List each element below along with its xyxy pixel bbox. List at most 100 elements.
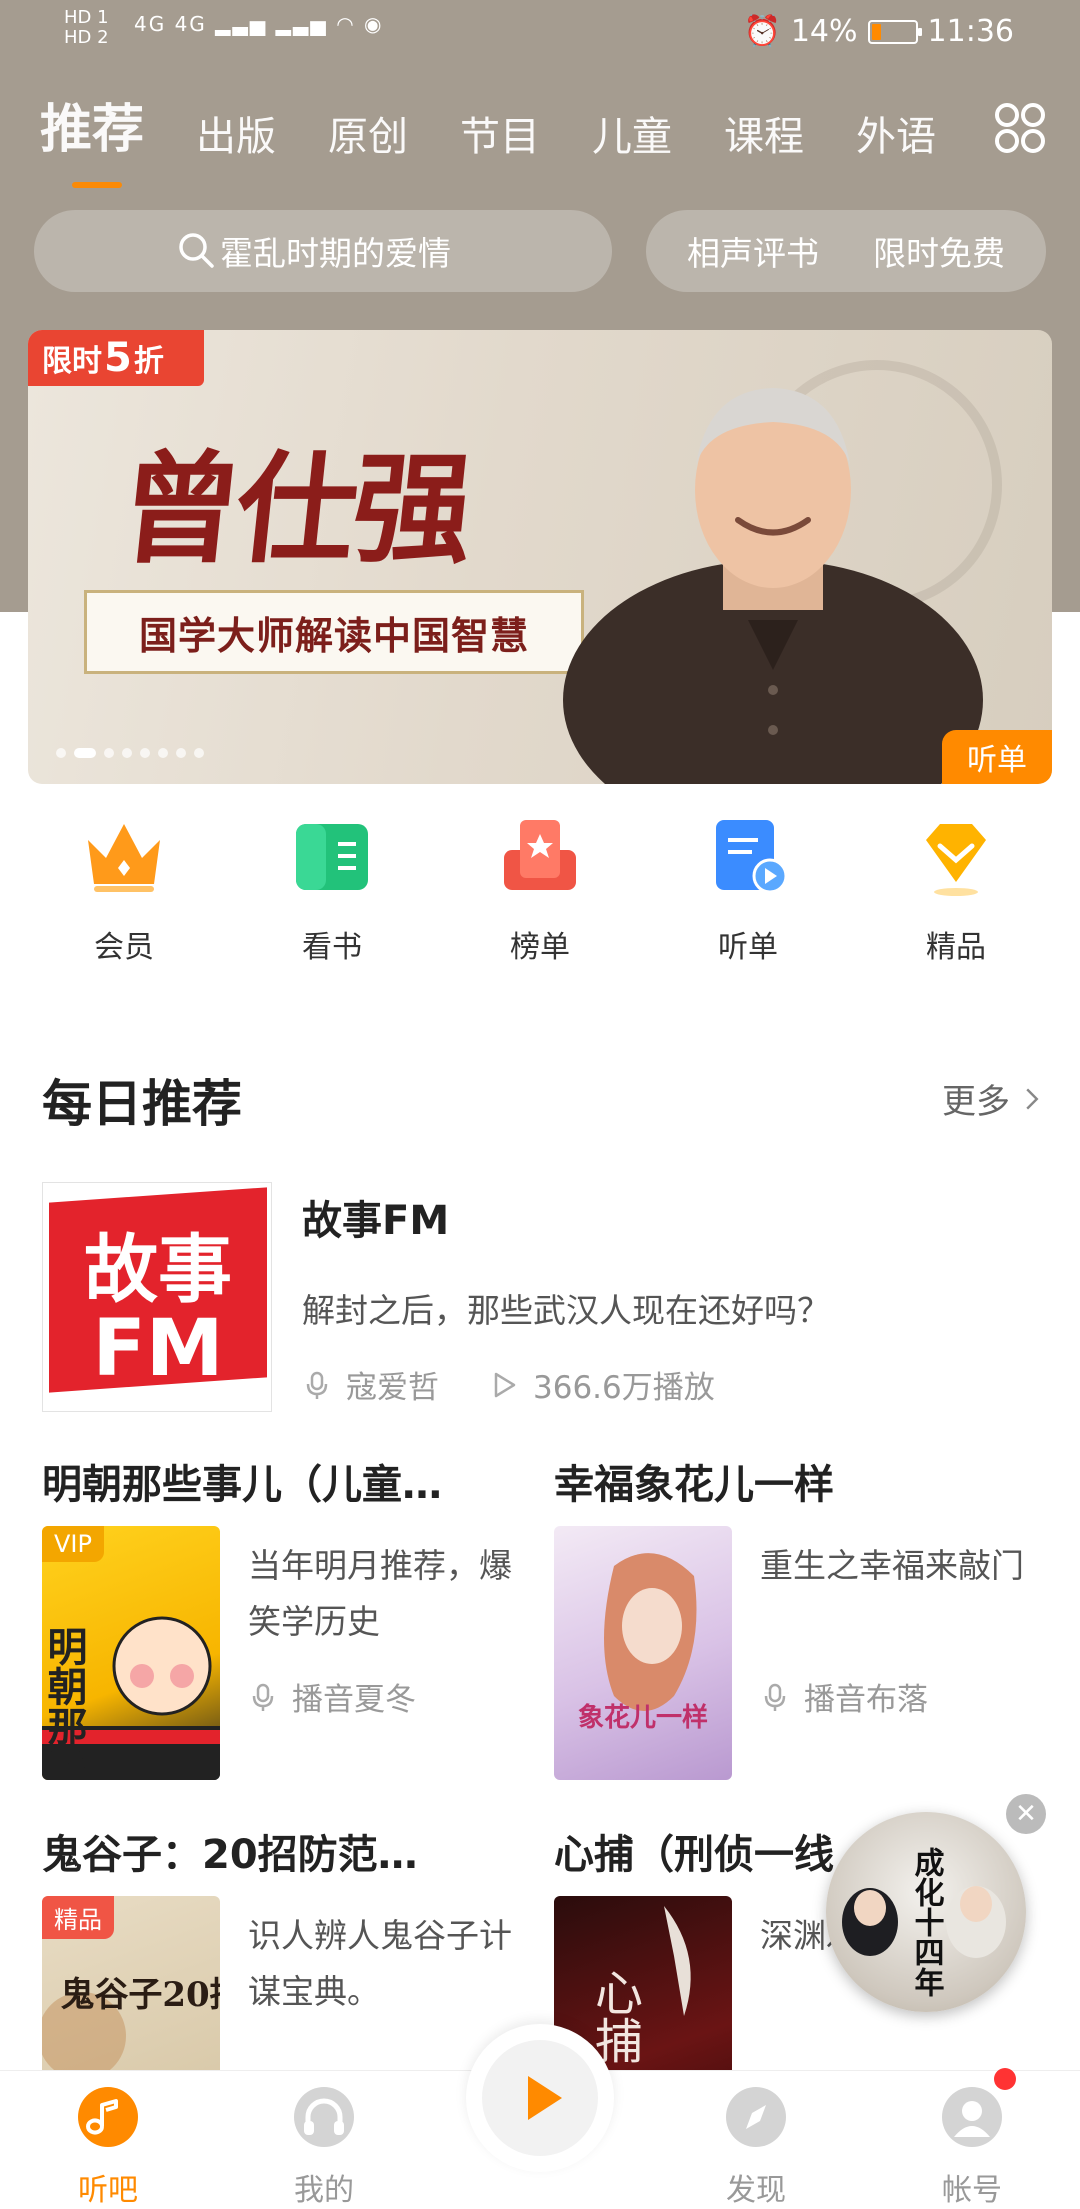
featured-cover: 故事 FM <box>42 1182 272 1412</box>
microphone-icon <box>306 1371 328 1399</box>
carousel-dot <box>176 748 186 758</box>
category-vip[interactable]: 会员 <box>49 810 199 980</box>
featured-description: 解封之后，那些武汉人现在还好吗？ <box>302 1291 830 1330</box>
play-button-inner <box>482 2040 598 2156</box>
card-title: 明朝那些事儿（儿童… <box>42 1462 442 1508</box>
tab-publish[interactable]: 出版 <box>196 104 276 162</box>
search-placeholder: 霍乱时期的爱情 <box>220 234 451 273</box>
more-link[interactable]: 更多 <box>942 1074 1040 1123</box>
grid-menu-icon[interactable] <box>994 102 1046 154</box>
section-title-daily: 每日推荐 <box>42 1075 242 1133</box>
featured-item[interactable]: 故事 FM 故事FM 解封之后，那些武汉人现在还好吗？ 寇爱哲 366.6万播放 <box>42 1182 1042 1412</box>
quick-link-crosstalk[interactable]: 相声评书 <box>687 227 819 275</box>
play-icon <box>528 2076 562 2120</box>
card-host: 播音布落 <box>804 1682 928 1718</box>
playlist-icon <box>716 820 788 894</box>
svg-text:明朝那些事儿: 明朝那些事儿 <box>42 1626 88 1780</box>
card-title: 幸福象花儿一样 <box>554 1462 834 1508</box>
crown-icon <box>88 824 160 892</box>
eye-icon: ◉ <box>364 12 384 36</box>
chevron-right-icon <box>1026 1088 1039 1109</box>
carousel-dot <box>74 748 96 758</box>
close-floating-button[interactable]: ✕ <box>1006 1794 1046 1834</box>
wifi-icon: ◠ <box>336 12 356 36</box>
svg-text:FM: FM <box>93 1304 224 1394</box>
premium-badge: 精品 <box>42 1896 114 1939</box>
carousel-dot <box>158 748 168 758</box>
carousel-dot <box>140 748 150 758</box>
quick-links: 相声评书 限时免费 <box>646 210 1046 292</box>
music-note-icon <box>78 2087 138 2147</box>
card-meta: 播音布落 <box>760 1674 928 1719</box>
carousel-dots <box>56 748 204 758</box>
svg-text:象花儿一样: 象花儿一样 <box>578 1702 708 1733</box>
nav-listen[interactable]: 听吧 <box>38 2085 178 2209</box>
banner-subtitle: 国学大师解读中国智慧 <box>84 590 584 674</box>
clock: 11:36 <box>927 14 1014 49</box>
book-card[interactable]: 幸福象花儿一样 象花儿一样 重生之幸福来敲门 播音布落 <box>554 1452 1054 1812</box>
card-host: 播音夏冬 <box>292 1682 416 1718</box>
tab-programs[interactable]: 节目 <box>460 104 540 162</box>
tab-original[interactable]: 原创 <box>328 104 408 162</box>
search-icon <box>179 233 214 268</box>
sim1-label: HD 1 <box>64 7 109 28</box>
category-read[interactable]: 看书 <box>257 810 407 980</box>
card-description: 重生之幸福来敲门 <box>760 1546 1024 1585</box>
card-cover: 象花儿一样 <box>554 1526 732 1780</box>
close-icon: ✕ <box>1015 1799 1037 1829</box>
tab-foreign-language[interactable]: 外语 <box>856 104 936 162</box>
svg-text:故事: 故事 <box>84 1227 232 1313</box>
nav-account[interactable]: 帐号 <box>902 2085 1042 2209</box>
floating-video[interactable]: 成化十四年 <box>826 1812 1026 2012</box>
featured-host: 寇爱哲 <box>346 1370 439 1406</box>
sim2-label: HD 2 <box>64 27 109 48</box>
category-premium[interactable]: 精品 <box>881 810 1031 980</box>
carousel-dot <box>56 748 66 758</box>
category-playlist[interactable]: 听单 <box>673 810 823 980</box>
carousel-dot <box>194 748 204 758</box>
microphone-icon <box>252 1683 274 1711</box>
card-cover-art: 象花儿一样 <box>578 1553 708 1733</box>
status-right: ⏰ 14% 11:36 <box>743 14 1014 49</box>
svg-text:成化十四年: 成化十四年 <box>909 1847 945 1997</box>
floating-video-art: 成化十四年 <box>842 1847 1006 1997</box>
category-ranking[interactable]: 榜单 <box>465 810 615 980</box>
svg-text:鬼谷子20招: 鬼谷子20招 <box>60 1975 220 2015</box>
tab-courses[interactable]: 课程 <box>724 104 804 162</box>
play-button[interactable] <box>466 2024 614 2172</box>
sim-indicators: HD 1 HD 2 4G 4G ▂▃▅ ▂▃▅ ◠ ◉ <box>64 7 381 48</box>
promo-banner[interactable]: 限时 5 折 曾仕强 国学大师解读中国智慧 听单 <box>28 330 1052 784</box>
discount-tag: 限时 5 折 <box>28 330 204 386</box>
compass-icon <box>726 2087 786 2147</box>
nav-discover[interactable]: 发现 <box>686 2085 826 2209</box>
tab-children[interactable]: 儿童 <box>592 104 672 162</box>
book-icon <box>296 824 368 890</box>
nav-mine[interactable]: 我的 <box>254 2085 394 2209</box>
quick-link-free[interactable]: 限时免费 <box>873 227 1005 275</box>
battery-percent: 14% <box>790 14 858 49</box>
featured-meta: 寇爱哲 366.6万播放 <box>302 1362 715 1407</box>
battery-icon <box>867 19 922 44</box>
card-meta: 播音夏冬 <box>248 1674 416 1719</box>
banner-title: 曾仕强 <box>113 439 477 580</box>
card-description: 识人辨人鬼谷子计谋宝典。 <box>248 1916 512 2011</box>
search-input[interactable]: 霍乱时期的爱情 <box>34 210 612 292</box>
featured-plays: 366.6万播放 <box>533 1370 715 1406</box>
microphone-icon <box>764 1683 786 1711</box>
network-label: 4G 4G ▂▃▅ ▂▃▅ ◠ ◉ <box>134 12 384 36</box>
story-fm-logo: 故事 FM <box>49 1187 267 1394</box>
book-card[interactable]: 明朝那些事儿（儿童… 明朝那些事儿 VIP 当年明月推荐，爆笑学历史 播音夏冬 <box>42 1452 542 1812</box>
carousel-dot <box>122 748 132 758</box>
card-description: 当年明月推荐，爆笑学历史 <box>248 1546 512 1641</box>
tab-recommend[interactable]: 推荐 <box>40 87 144 188</box>
banner-corner-label: 听单 <box>942 730 1052 784</box>
card-cover: 明朝那些事儿 VIP <box>42 1526 220 1780</box>
signal-icon: ▂▃▅ ▂▃▅ <box>215 12 328 36</box>
headphones-icon <box>294 2087 354 2147</box>
card-cover-art: 明朝那些事儿 <box>42 1616 220 1780</box>
status-bar: HD 1 HD 2 4G 4G ▂▃▅ ▂▃▅ ◠ ◉ ⏰ 14% 11:36 <box>0 0 1080 66</box>
card-title: 鬼谷子：20招防范… <box>42 1832 418 1878</box>
carousel-dot <box>104 748 114 758</box>
notification-dot <box>994 2068 1016 2090</box>
category-shortcuts: 会员 看书 榜单 听单 精品 <box>0 810 1080 980</box>
